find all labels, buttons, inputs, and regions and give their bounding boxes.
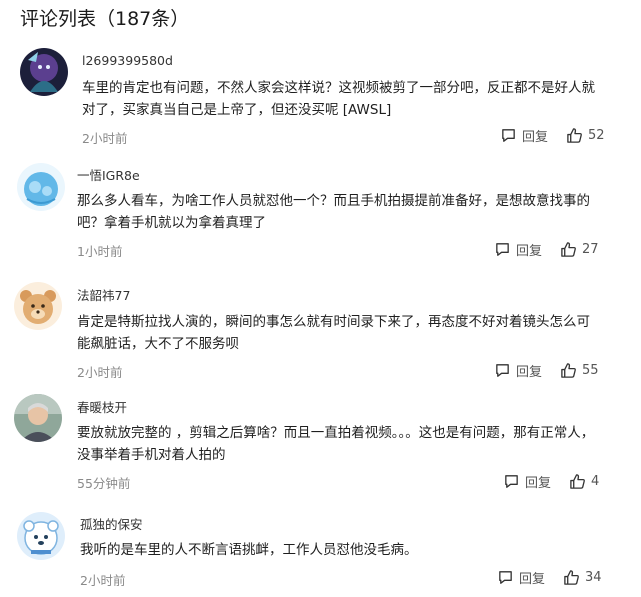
- like-button[interactable]: 34: [563, 569, 602, 586]
- comment-bubble-icon: [496, 364, 509, 377]
- comment-text: 我听的是车里的人不断言语挑衅，工作人员怼他没毛病。: [80, 542, 418, 558]
- avatar[interactable]: [17, 163, 65, 211]
- comment-text: 要放就放完整的 ，剪辑之后算啥？而且一直拍着视频。。。这也是有问题，那有正常人，…: [77, 425, 595, 463]
- like-count: 34: [585, 570, 602, 585]
- like-button[interactable]: 55: [560, 362, 599, 379]
- comment-time: 55分钟前: [77, 476, 131, 491]
- comment-actions: 回复 4: [503, 472, 599, 491]
- like-count: 55: [582, 363, 599, 378]
- username[interactable]: 法韶祎77: [77, 285, 130, 304]
- like-button[interactable]: 4: [569, 473, 599, 490]
- like-count: 52: [588, 128, 605, 143]
- username[interactable]: l2699399580d: [82, 53, 173, 68]
- comment-bubble-icon: [502, 129, 515, 142]
- comment-bubble-icon: [499, 571, 512, 584]
- like-button[interactable]: 52: [566, 127, 605, 144]
- comment-text: 那么多人看车，为啥工作人员就怼他一个？而且手机拍摄提前准备好，是想故意找事的吧？…: [77, 193, 590, 231]
- reply-label: 回复: [522, 130, 549, 145]
- comment-time: 2小时前: [80, 573, 126, 588]
- comment-actions: 回复 55: [494, 361, 599, 380]
- reply-button[interactable]: 回复: [494, 361, 542, 380]
- reply-label: 回复: [525, 476, 552, 491]
- reply-label: 回复: [516, 244, 543, 259]
- reply-button[interactable]: 回复: [494, 240, 542, 259]
- comment-list-title: 评论列表（187条）: [20, 8, 190, 30]
- comment-time: 2小时前: [82, 131, 128, 146]
- reply-button[interactable]: 回复: [500, 126, 548, 145]
- comment-actions: 回复 52: [500, 126, 605, 145]
- comment-time: 1小时前: [77, 244, 123, 259]
- comment-time: 2小时前: [77, 365, 123, 380]
- like-button[interactable]: 27: [560, 241, 599, 258]
- avatar[interactable]: [17, 512, 65, 560]
- reply-button[interactable]: 回复: [497, 568, 545, 587]
- thumbs-up-icon: [570, 474, 585, 489]
- username[interactable]: 春暖枝开: [77, 397, 127, 416]
- reply-button[interactable]: 回复: [503, 472, 551, 491]
- reply-label: 回复: [516, 365, 543, 380]
- avatar[interactable]: [14, 282, 62, 330]
- comment-bubble-icon: [496, 243, 509, 256]
- comment-bubble-icon: [505, 475, 518, 488]
- avatar[interactable]: [20, 48, 68, 96]
- comment-text: 肯定是特斯拉找人演的，瞬间的事怎么就有时间录下来了，再态度不好对着镜头怎么可能飙…: [77, 314, 590, 352]
- username[interactable]: 一悟IGR8e: [77, 165, 140, 184]
- avatar[interactable]: [14, 394, 62, 442]
- thumbs-up-icon: [561, 363, 576, 378]
- comment-actions: 回复 34: [497, 568, 602, 587]
- like-count: 27: [582, 242, 599, 257]
- thumbs-up-icon: [561, 242, 576, 257]
- comment-text: 车里的肯定也有问题，不然人家会这样说？这视频被剪了一部分吧，反正都不是好人就对了…: [82, 80, 595, 118]
- thumbs-up-icon: [567, 128, 582, 143]
- comment-actions: 回复 27: [494, 240, 599, 259]
- username[interactable]: 孤独的保安: [80, 514, 143, 533]
- like-count: 4: [591, 474, 600, 489]
- reply-label: 回复: [519, 572, 546, 587]
- thumbs-up-icon: [564, 570, 579, 585]
